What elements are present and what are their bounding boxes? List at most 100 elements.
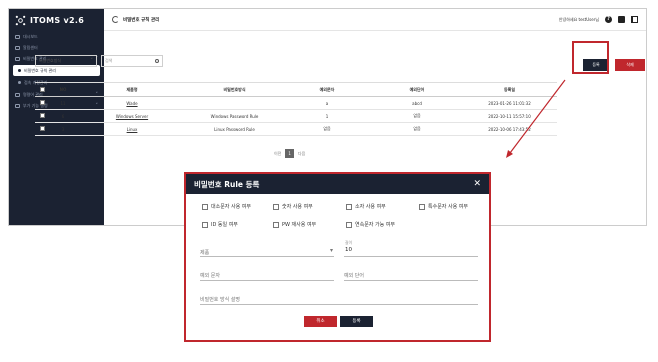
option-lower[interactable]: 소자 사용 여부 [346,203,386,210]
cell-no: 11 [49,96,77,110]
cell-exc-word: 없음 [372,122,462,136]
product-select[interactable]: 제품 ▾ [200,245,334,257]
close-icon[interactable]: ✕ [473,179,481,189]
logo-text: ITOMS v2.6 [30,16,85,25]
col-name: 제품명 [77,82,187,97]
option-special[interactable]: 특수문자 사용 여부 [419,203,468,210]
option-number[interactable]: 숫자 사용 여부 [273,203,313,210]
option-label: 숫자 사용 여부 [282,204,313,210]
password-rule-modal: 비밀번호 Rule 등록 ✕ 대소문자 사용 여부 숫자 사용 여부 소자 사용… [184,172,491,342]
logo: ITOMS v2.6 [9,9,104,31]
exception-word-input[interactable]: 예외 단어 [344,269,478,281]
delete-button[interactable]: 삭제 [615,59,645,71]
method-select[interactable]: 비밀번호방식 ˅ [35,55,97,67]
key-icon [15,56,20,61]
sidebar-item-label: 대시보드 [23,33,38,39]
option-label: PW 재사용 여부 [282,222,317,228]
bullet-icon [18,69,21,72]
cell-method [187,96,282,110]
logo-icon [15,15,26,26]
search-icon [155,59,159,63]
save-icon[interactable] [618,16,625,23]
table-row[interactable]: 11 Wade a abcd 2023-01-26 11:01:32 [35,96,557,110]
option-same-id[interactable]: ID 동일 여부 [202,221,238,228]
description-input[interactable]: 비밀번호 방식 설명 [200,293,478,305]
length-input[interactable]: 10 [344,245,478,257]
col-exc-char: 예외문자 [282,82,372,97]
page-title: 비밀번호 규칙 관리 [123,17,160,23]
option-sequential[interactable]: 연속문자 가능 여부 [346,221,395,228]
row-checkbox[interactable] [39,126,45,131]
user-greeting: 안녕하세요 testUser님 [558,16,599,22]
search-input[interactable]: 검색 [101,55,163,67]
help-icon[interactable]: ? [605,16,612,23]
logout-icon[interactable] [631,16,638,23]
exception-char-input[interactable]: 예외 문자 [200,269,334,281]
cell-exc-char: 1 [282,109,372,123]
checkbox[interactable] [419,203,425,210]
gear-icon [15,103,20,108]
row-checkbox[interactable] [39,100,45,105]
user-area: 안녕하세요 testUser님 ? [559,16,638,23]
option-label: 대소문자 사용 여부 [211,204,251,210]
exception-word-placeholder: 예외 단어 [344,273,364,279]
cell-date: 2022-10-06 17:43:52 [462,122,557,136]
checkbox[interactable] [273,221,279,228]
cell-date: 2022-10-11 15:57:10 [462,109,557,123]
rules-table: NO 제품명 비밀번호방식 예외문자 예외단어 등록일 11 Wade a ab… [35,82,557,136]
cancel-button[interactable]: 취소 [304,316,337,327]
sidebar-item-dashboard[interactable]: 대시보드 [9,31,104,42]
checkbox[interactable] [202,203,208,210]
col-method: 비밀번호방식 [187,82,282,97]
cell-exc-char: 없음 [282,122,372,136]
pager-current[interactable]: 1 [285,149,294,158]
option-reuse[interactable]: PW 재사용 여부 [273,221,316,228]
pagination: 이전 1 다음 [274,149,305,158]
checkbox[interactable] [202,221,208,228]
terminal-icon [15,92,20,97]
chevron-down-icon: ˅ [90,58,94,64]
pager-prev[interactable]: 이전 [274,151,281,157]
submit-button[interactable]: 등록 [340,316,373,327]
method-select-value: 비밀번호방식 [39,58,62,63]
checkbox[interactable] [346,221,352,228]
cell-exc-word: 없음 [372,109,462,123]
option-label: ID 동일 여부 [211,222,238,228]
cell-name[interactable]: Linux [77,122,187,136]
cell-exc-word: abcd [372,96,462,110]
option-label: 연속문자 가능 여부 [355,222,395,228]
col-date: 등록일 [462,82,557,97]
table-row[interactable]: 6 Windows Server Windows Password Rule 1… [35,109,557,123]
cell-name[interactable]: Wade [77,96,187,110]
sidebar-item-label: 비밀번호 규칙 관리 [24,67,56,73]
highlight-box [572,41,609,74]
option-case[interactable]: 대소문자 사용 여부 [202,203,251,210]
checkbox[interactable] [273,203,279,210]
sidebar-item-alerts[interactable]: 알림센터 [9,42,104,53]
col-no: NO [49,82,77,97]
description-placeholder: 비밀번호 방식 설명 [200,297,240,303]
cell-method: Linux Password Rule [187,122,282,136]
cell-no: 6 [49,109,77,123]
select-all-checkbox[interactable] [39,86,45,92]
pager-next[interactable]: 다음 [298,151,305,157]
dashboard-icon [15,34,20,39]
checkbox[interactable] [346,203,352,210]
cell-date: 2023-01-26 11:01:32 [462,96,557,110]
option-label: 소자 사용 여부 [355,204,386,210]
filter-bar: 비밀번호방식 ˅ 검색 [35,55,163,67]
refresh-icon[interactable] [112,16,119,23]
row-checkbox[interactable] [39,113,45,118]
sidebar-item-label: 알림센터 [23,44,38,50]
modal-header: 비밀번호 Rule 등록 ✕ [186,174,489,194]
option-label: 특수문자 사용 여부 [428,204,468,210]
exception-char-placeholder: 예외 문자 [200,273,220,279]
cell-name[interactable]: Windows Server [77,109,187,123]
row-checkbox-cell [35,109,49,123]
select-all-cell [35,82,49,97]
modal-title: 비밀번호 Rule 등록 [194,179,260,189]
table-row[interactable]: 3 Linux Linux Password Rule 없음 없음 2022-1… [35,122,557,136]
caret-down-icon: ▾ [329,247,333,254]
bell-icon [15,45,20,50]
cell-method: Windows Password Rule [187,109,282,123]
